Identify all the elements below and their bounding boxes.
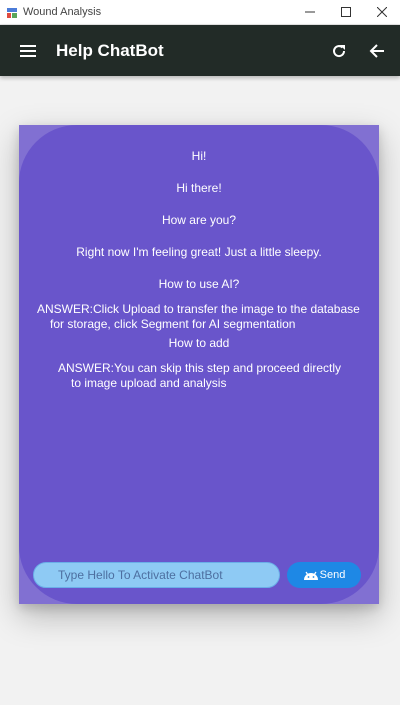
close-icon — [377, 7, 387, 17]
message: How to add — [168, 336, 230, 350]
message: Hi there! — [176, 181, 222, 195]
minimize-button[interactable] — [292, 0, 328, 25]
message: How to use AI? — [158, 277, 240, 291]
answer-line: to image upload and analysis — [71, 376, 227, 390]
send-button[interactable]: Send — [287, 562, 361, 588]
answer-line: for storage, click Segment for AI segmen… — [50, 317, 296, 331]
back-arrow-icon — [369, 43, 384, 58]
answer-line: ANSWER:Click Upload to transfer the imag… — [37, 302, 360, 316]
maximize-button[interactable] — [328, 0, 364, 25]
send-label: Send — [319, 569, 346, 581]
close-button[interactable] — [364, 0, 400, 25]
window-title: Wound Analysis — [23, 6, 102, 18]
app-bar: Help ChatBot — [0, 25, 400, 76]
menu-button[interactable] — [0, 25, 56, 76]
message: Right now I'm feeling great! Just a litt… — [76, 245, 322, 259]
message-list: Hi! Hi there! How are you? Right now I'm… — [19, 149, 379, 395]
minimize-icon — [305, 11, 315, 13]
maximize-icon — [341, 7, 351, 17]
message: How are you? — [161, 213, 237, 227]
app-logo-icon — [6, 6, 18, 18]
page-title: Help ChatBot — [56, 40, 164, 60]
answer-message: ANSWER:Click Upload to transfer the imag… — [19, 302, 379, 336]
chat-panel: Hi! Hi there! How are you? Right now I'm… — [19, 125, 379, 604]
menu-icon — [20, 44, 36, 57]
answer-line: ANSWER:You can skip this step and procee… — [58, 361, 342, 375]
android-icon — [303, 570, 319, 581]
refresh-icon — [333, 44, 346, 57]
message: Hi! — [191, 149, 207, 163]
back-button[interactable] — [358, 25, 396, 76]
message-composer: Send — [33, 562, 365, 588]
refresh-button[interactable] — [320, 25, 358, 76]
window-title-bar: Wound Analysis — [0, 0, 400, 25]
chat-input[interactable] — [33, 562, 280, 588]
answer-message: ANSWER:You can skip this step and procee… — [19, 361, 379, 395]
